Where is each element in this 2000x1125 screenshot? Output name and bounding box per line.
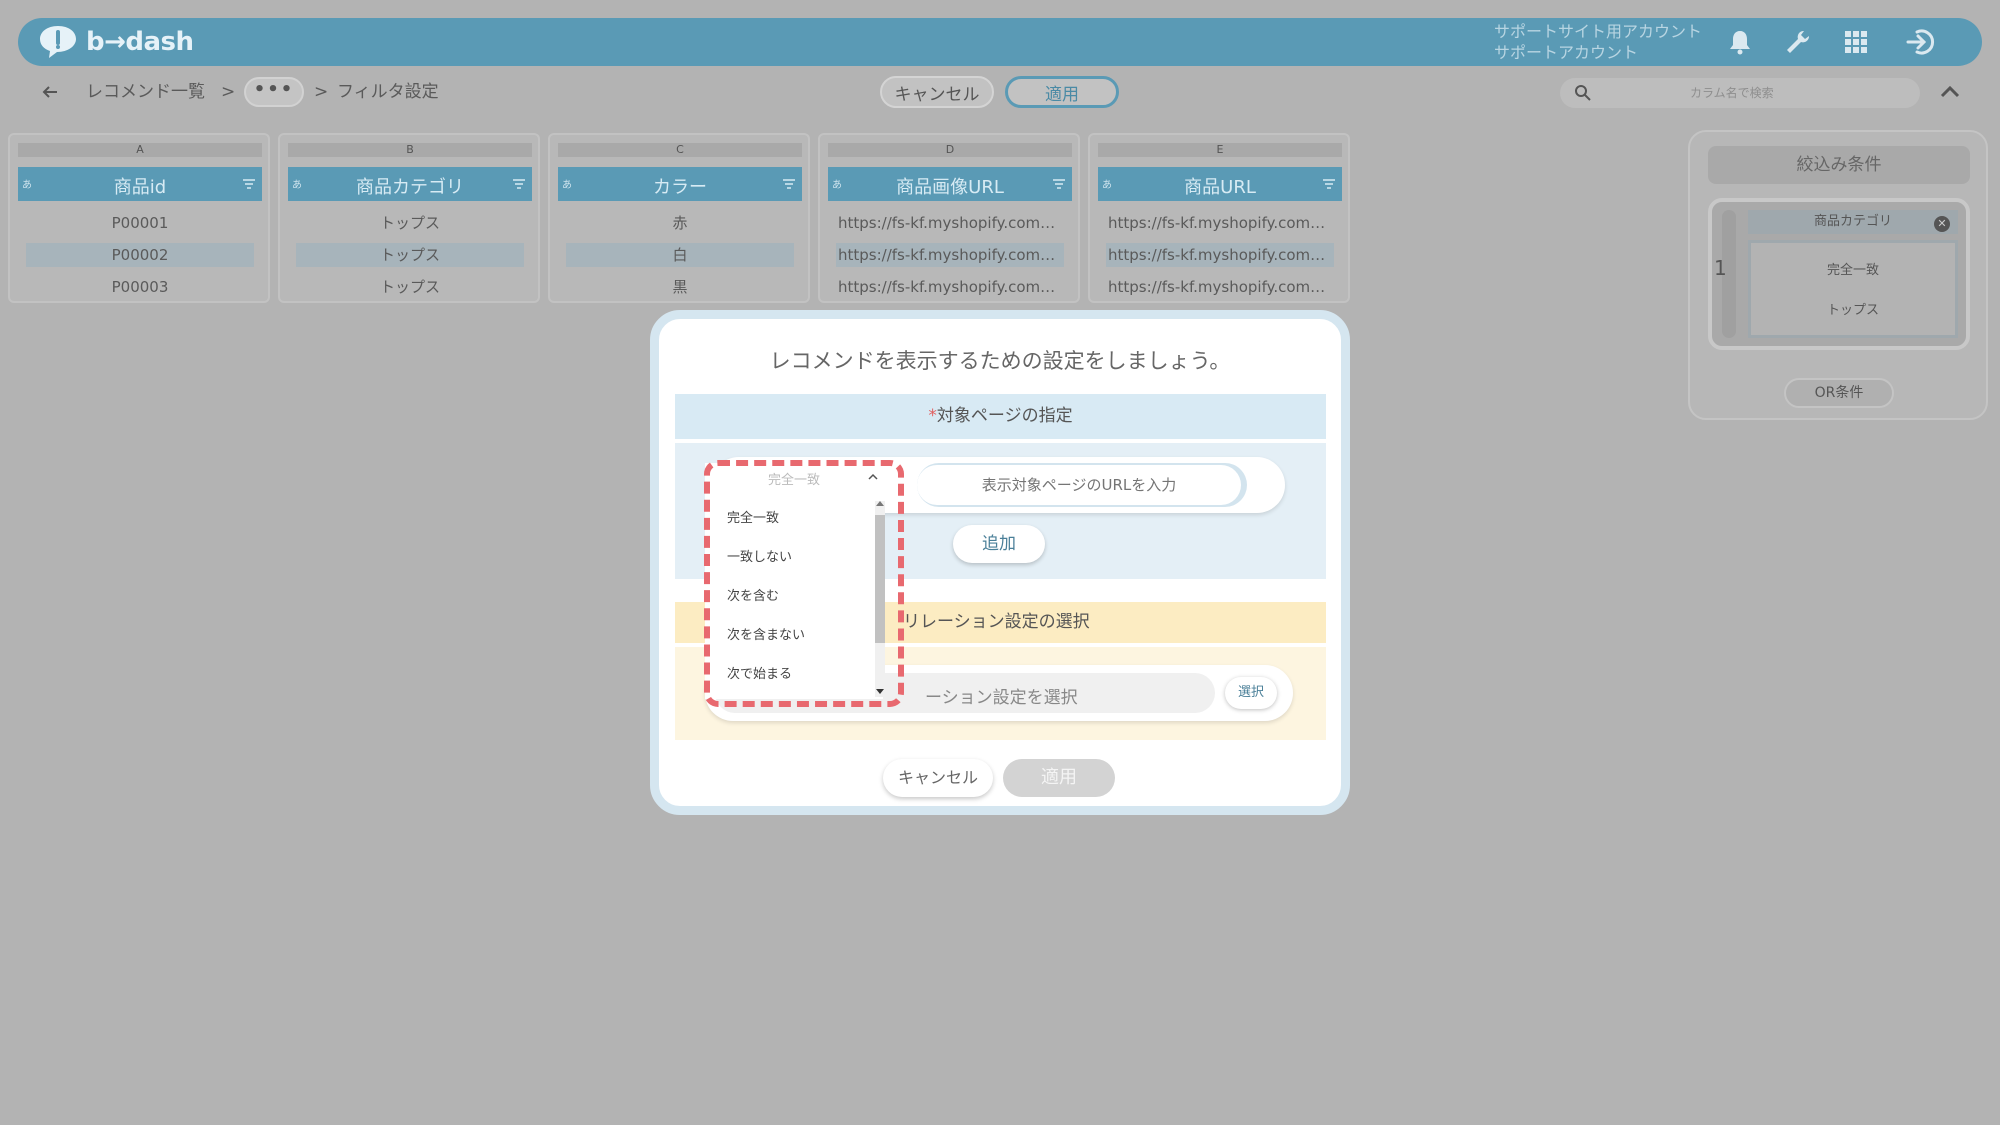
- modal-title: レコメンドを表示するための設定をしましょう。: [769, 349, 1231, 373]
- modal-cancel-button[interactable]: キャンセル: [883, 759, 993, 797]
- grid-icon[interactable]: [1840, 26, 1872, 58]
- data-column-b: B あ 商品カテゴリ トップス トップス トップス: [278, 133, 540, 303]
- chevron-up-icon[interactable]: [867, 471, 879, 483]
- table-cell: 赤: [672, 214, 688, 232]
- back-arrow-icon[interactable]: [38, 80, 62, 104]
- table-cell: トップス: [296, 243, 524, 267]
- section-title: 対象ページの指定: [936, 406, 1073, 426]
- url-input-wrapper: [917, 463, 1247, 507]
- dropdown-scrollbar-thumb[interactable]: [875, 515, 885, 643]
- filter-icon[interactable]: [1322, 177, 1336, 191]
- logout-icon[interactable]: [1904, 26, 1936, 58]
- add-button[interactable]: 追加: [953, 525, 1045, 563]
- breadcrumb-filter-settings: フィルタ設定: [337, 82, 439, 102]
- data-column-e: E あ 商品URL https://fs-kf.myshopify.com… h…: [1088, 133, 1350, 303]
- table-cell: P00001: [111, 214, 169, 232]
- column-letter: D: [828, 143, 1072, 157]
- table-cell: https://fs-kf.myshopify.com…: [838, 214, 1056, 232]
- data-column-a: A あ 商品id P00001 P00002 P00003: [8, 133, 270, 303]
- column-name: 商品id: [113, 177, 167, 198]
- recommend-settings-modal: レコメンドを表示するための設定をしましょう。 *対象ページの指定 追加 リレーシ…: [650, 310, 1350, 815]
- required-mark: *: [928, 406, 937, 426]
- column-name: 商品画像URL: [896, 177, 1004, 198]
- dropdown-option[interactable]: 次を含まない: [727, 624, 805, 643]
- table-cell: P00003: [111, 278, 169, 296]
- search-input[interactable]: カラム名で検索: [1690, 84, 1774, 101]
- bell-icon[interactable]: [1724, 26, 1756, 58]
- column-header[interactable]: あ カラー: [558, 167, 802, 201]
- table-cell: トップス: [379, 278, 440, 296]
- relation-placeholder: ーション設定を選択: [925, 688, 1078, 708]
- column-name: 商品URL: [1184, 177, 1256, 198]
- search-icon: [1575, 85, 1591, 101]
- column-letter: E: [1098, 143, 1342, 157]
- account-line2: サポートアカウント: [1494, 43, 1639, 62]
- column-letter: A: [18, 143, 262, 157]
- column-search[interactable]: カラム名で検索: [1560, 78, 1920, 108]
- column-header[interactable]: あ 商品id: [18, 167, 262, 201]
- speech-bubble-icon: [40, 26, 76, 58]
- column-letter: C: [558, 143, 802, 157]
- table-cell: 黒: [672, 278, 688, 296]
- filter-icon[interactable]: [1052, 177, 1066, 191]
- account-info[interactable]: サポートサイト用アカウント サポートアカウント: [1494, 21, 1702, 63]
- condition-body[interactable]: 完全一致 トップス: [1748, 240, 1958, 338]
- scroll-down-arrow-icon[interactable]: [876, 689, 884, 694]
- breadcrumb-separator: >: [221, 82, 236, 102]
- modal-apply-button[interactable]: 適用: [1003, 759, 1115, 797]
- table-cell: https://fs-kf.myshopify.com…: [1108, 214, 1326, 232]
- condition-value: トップス: [1826, 303, 1879, 318]
- filter-icon[interactable]: [512, 177, 526, 191]
- or-condition-button[interactable]: OR条件: [1784, 378, 1894, 408]
- column-header[interactable]: あ 商品カテゴリ: [288, 167, 532, 201]
- dropdown-selected-value[interactable]: 完全一致: [705, 469, 883, 493]
- toolbar-apply-button[interactable]: 適用: [1005, 76, 1119, 108]
- column-name: 商品カテゴリ: [356, 177, 464, 198]
- condition-column-tag: 商品カテゴリ: [1748, 210, 1958, 234]
- breadcrumb-recommend-list[interactable]: レコメンド一覧: [86, 80, 205, 104]
- app-logo[interactable]: b→dash: [38, 24, 194, 60]
- table-cell: https://fs-kf.myshopify.com…: [838, 278, 1056, 296]
- target-page-section-header: *対象ページの指定: [675, 394, 1326, 439]
- select-relation-button[interactable]: 選択: [1225, 677, 1277, 709]
- toolbar-cancel-button[interactable]: キャンセル: [880, 76, 994, 108]
- data-column-d: D あ 商品画像URL https://fs-kf.myshopify.com……: [818, 133, 1080, 303]
- table-cell: P00002: [26, 243, 254, 267]
- logo-text: b→dash: [86, 27, 194, 57]
- condition-group-number: 1: [1714, 256, 1727, 280]
- account-line1: サポートサイト用アカウント: [1494, 22, 1703, 41]
- filter-icon[interactable]: [782, 177, 796, 191]
- table-cell: https://fs-kf.myshopify.com…: [1106, 243, 1334, 267]
- dropdown-option[interactable]: 次を含む: [727, 585, 779, 604]
- filter-conditions-panel: 絞込み条件 1 商品カテゴリ ✕ 完全一致 トップス OR条件: [1688, 130, 1988, 420]
- target-url-input[interactable]: [917, 465, 1241, 505]
- match-type-dropdown[interactable]: 完全一致 完全一致 一致しない 次を含む 次を含まない 次で始まる: [705, 463, 885, 699]
- dropdown-option[interactable]: 次で始まる: [727, 663, 792, 682]
- filter-condition-card[interactable]: 1 商品カテゴリ ✕ 完全一致 トップス: [1708, 198, 1970, 350]
- filter-panel-title: 絞込み条件: [1708, 146, 1970, 184]
- column-name: カラー: [653, 177, 707, 198]
- app-header: b→dash サポートサイト用アカウント サポートアカウント: [18, 18, 1982, 66]
- table-cell: 白: [566, 243, 794, 267]
- dropdown-option[interactable]: 完全一致: [727, 507, 779, 526]
- table-cell: トップス: [379, 214, 440, 232]
- column-letter: B: [288, 143, 532, 157]
- table-cell: https://fs-kf.myshopify.com…: [1108, 278, 1326, 296]
- column-header[interactable]: あ 商品URL: [1098, 167, 1342, 201]
- wrench-icon[interactable]: [1782, 26, 1814, 58]
- column-header[interactable]: あ 商品画像URL: [828, 167, 1072, 201]
- condition-match-type: 完全一致: [1826, 263, 1879, 278]
- data-column-c: C あ カラー 赤 白 黒: [548, 133, 810, 303]
- scroll-up-arrow-icon[interactable]: [876, 501, 884, 506]
- collapse-chevron-icon[interactable]: [1938, 82, 1962, 102]
- section-title: リレーション設定の選択: [903, 612, 1090, 632]
- dropdown-option[interactable]: 一致しない: [727, 546, 792, 565]
- filter-icon[interactable]: [242, 177, 256, 191]
- breadcrumb-separator: >: [314, 82, 329, 102]
- close-icon[interactable]: ✕: [1934, 216, 1950, 232]
- breadcrumb-more-button[interactable]: •••: [244, 77, 304, 107]
- table-cell: https://fs-kf.myshopify.com…: [836, 243, 1064, 267]
